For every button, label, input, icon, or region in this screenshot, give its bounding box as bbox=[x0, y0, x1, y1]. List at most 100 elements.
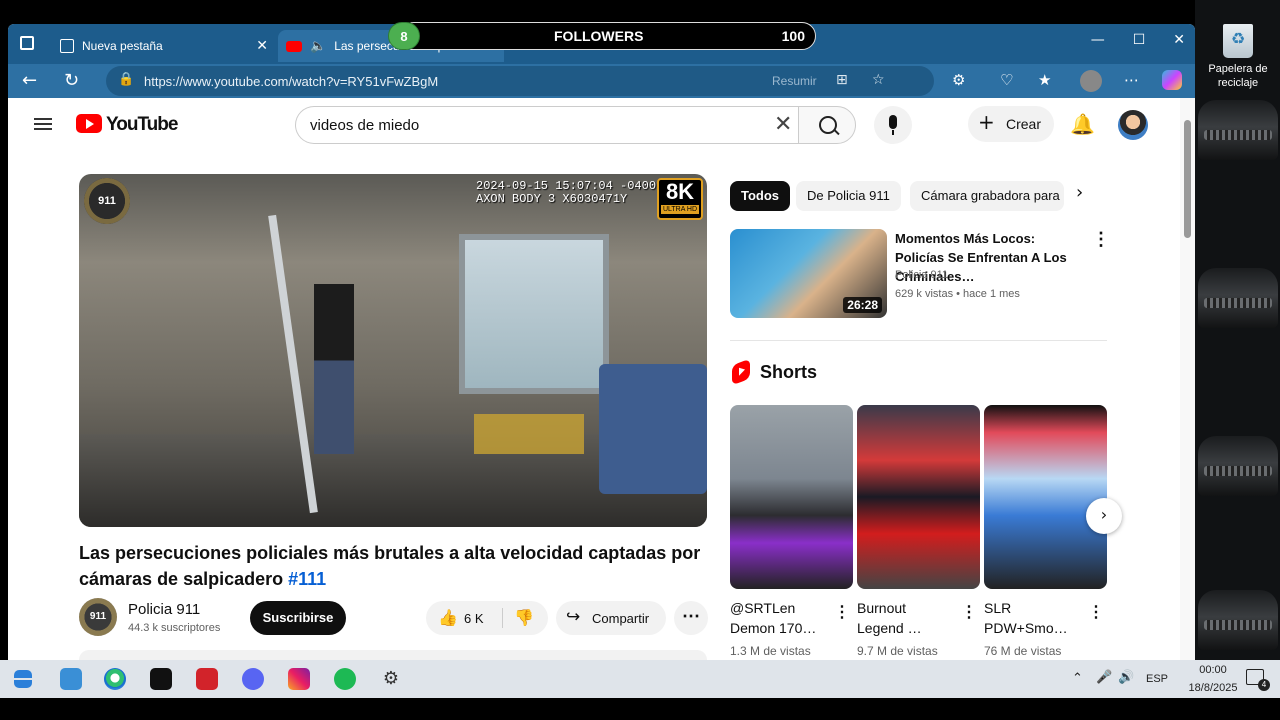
short-thumbnail[interactable] bbox=[857, 405, 980, 589]
wallpaper-car bbox=[1198, 268, 1278, 328]
copilot-icon[interactable] bbox=[1162, 70, 1182, 90]
more-options-icon[interactable]: ⋯ bbox=[1124, 71, 1139, 89]
recommended-thumbnail[interactable]: 26:28 bbox=[730, 229, 887, 318]
shorts-next-button[interactable]: › bbox=[1086, 498, 1122, 534]
hashtag-link[interactable]: #111 bbox=[288, 569, 326, 589]
like-count: 6 K bbox=[464, 611, 484, 626]
volume-icon[interactable]: 🔊 bbox=[1118, 670, 1134, 685]
extensions-icon[interactable]: ⚙ bbox=[952, 71, 965, 89]
notifications-bell-icon[interactable]: 🔔 bbox=[1070, 112, 1095, 136]
favorite-star-icon[interactable]: ☆ bbox=[872, 72, 885, 88]
reload-icon[interactable]: ↻ bbox=[64, 70, 79, 91]
short-title[interactable]: @SRTLen Demon 170… bbox=[730, 598, 826, 638]
more-actions-button[interactable]: ⋯ bbox=[674, 601, 708, 635]
language-indicator[interactable]: ESP bbox=[1146, 673, 1168, 685]
short-views: 1.3 M de vistas bbox=[730, 644, 811, 658]
window-controls: — ☐ ✕ bbox=[1091, 32, 1185, 48]
recommended-channel[interactable]: Policia 911 bbox=[895, 269, 948, 281]
app-available-icon[interactable]: ⊞ bbox=[836, 72, 848, 88]
account-avatar[interactable] bbox=[1118, 110, 1148, 140]
maximize-icon[interactable]: ☐ bbox=[1133, 32, 1146, 48]
youtube-favicon-icon bbox=[286, 40, 302, 52]
chip-de-policia-911[interactable]: De Policia 911 bbox=[796, 181, 901, 211]
dislike-icon[interactable]: 👎 bbox=[514, 608, 534, 627]
video-frame bbox=[474, 414, 584, 454]
tab-actions-icon[interactable] bbox=[20, 36, 34, 50]
short-thumbnail[interactable] bbox=[984, 405, 1107, 589]
video-frame bbox=[459, 234, 609, 394]
recycle-bin[interactable]: Papelera de reciclaje bbox=[1202, 24, 1274, 90]
app-icon[interactable] bbox=[150, 668, 172, 690]
site-info-icon[interactable]: 🔒 bbox=[118, 72, 134, 87]
spotify-icon[interactable] bbox=[334, 668, 356, 690]
bodycam-id: AXON BODY 3 X6030471Y bbox=[476, 192, 628, 206]
shorts-heading: Shorts bbox=[760, 362, 818, 382]
settings-gear-icon[interactable]: ⚙ bbox=[380, 668, 402, 690]
edge-browser-icon[interactable] bbox=[104, 668, 126, 690]
short-views: 76 M de vistas bbox=[984, 644, 1062, 658]
chevron-right-icon[interactable]: › bbox=[1076, 182, 1083, 203]
clock-date[interactable]: 18/8/2025 bbox=[1186, 682, 1240, 694]
kebab-menu-icon[interactable]: ⋮ bbox=[834, 602, 850, 622]
clear-search-icon[interactable]: ✕ bbox=[774, 112, 792, 137]
minimize-icon[interactable]: — bbox=[1091, 32, 1105, 48]
kebab-menu-icon[interactable]: ⋮ bbox=[961, 602, 977, 622]
quality-sublabel: ULTRA HD bbox=[661, 205, 699, 214]
quality-label: 8K bbox=[665, 179, 695, 204]
hamburger-menu-icon[interactable] bbox=[34, 118, 52, 130]
share-button[interactable]: ↪ Compartir bbox=[556, 601, 666, 635]
kebab-menu-icon[interactable]: ⋮ bbox=[1088, 602, 1104, 622]
create-label: Crear bbox=[1006, 116, 1042, 132]
search-input[interactable]: videos de miedo bbox=[295, 106, 799, 144]
short-title[interactable]: Burnout Legend … bbox=[857, 598, 953, 638]
browser-essentials-icon[interactable]: ♡ bbox=[1000, 71, 1013, 89]
wallpaper-car bbox=[1198, 436, 1278, 496]
tab-label: Nueva pestaña bbox=[82, 39, 163, 53]
wallpaper-car bbox=[1198, 100, 1278, 160]
clock-time[interactable]: 00:00 bbox=[1186, 664, 1240, 676]
chip-todos[interactable]: Todos bbox=[730, 181, 791, 211]
tab-new-tab[interactable]: Nueva pestaña ✕ bbox=[52, 30, 278, 62]
create-button[interactable]: + Crear bbox=[968, 106, 1054, 142]
audio-playing-icon[interactable]: 🔈 bbox=[310, 39, 326, 54]
start-windows-icon[interactable] bbox=[14, 670, 32, 688]
app-icon[interactable] bbox=[196, 668, 218, 690]
share-icon: ↪ bbox=[566, 607, 581, 627]
video-player[interactable]: 911 2024-09-15 15:07:04 -0400 AXON BODY … bbox=[79, 174, 707, 527]
video-frame bbox=[599, 364, 707, 494]
close-window-icon[interactable]: ✕ bbox=[1173, 32, 1185, 48]
plus-icon: + bbox=[978, 110, 995, 134]
instagram-icon[interactable] bbox=[288, 668, 310, 690]
scrollbar-thumb[interactable] bbox=[1184, 120, 1191, 238]
kebab-menu-icon[interactable]: ⋮ bbox=[1092, 229, 1110, 250]
search-button[interactable] bbox=[798, 106, 856, 144]
notification-count: 4 bbox=[1258, 679, 1270, 691]
quality-badge: 8K ULTRA HD bbox=[657, 178, 703, 220]
voice-search-button[interactable] bbox=[874, 106, 912, 144]
url-text: https://www.youtube.com/watch?v=RY51vFwZ… bbox=[144, 74, 439, 89]
short-thumbnail[interactable] bbox=[730, 405, 853, 589]
subscribe-button[interactable]: Suscribirse bbox=[250, 601, 346, 635]
chip-camara-grabadora[interactable]: Cámara grabadora para bbox=[910, 181, 1064, 211]
chevron-up-icon[interactable]: ⌃ bbox=[1072, 671, 1083, 686]
summarize-button[interactable]: Resumir bbox=[772, 74, 817, 88]
channel-name[interactable]: Policia 911 bbox=[128, 601, 200, 618]
followers-value: 100 bbox=[781, 28, 805, 44]
favorites-icon[interactable]: ★ bbox=[1038, 71, 1051, 89]
description-box[interactable] bbox=[79, 650, 707, 660]
profile-avatar[interactable] bbox=[1080, 70, 1102, 92]
back-arrow-icon[interactable]: ← bbox=[22, 70, 37, 91]
short-title[interactable]: SLR PDW+Smo… bbox=[984, 598, 1080, 638]
youtube-logo-icon[interactable] bbox=[76, 114, 102, 133]
page-scrollbar[interactable] bbox=[1180, 98, 1195, 660]
youtube-header: YouTube videos de miedo ✕ + Crear 🔔 bbox=[8, 98, 1180, 152]
address-bar[interactable]: 🔒 https://www.youtube.com/watch?v=RY51vF… bbox=[106, 66, 934, 96]
recycle-bin-icon bbox=[1223, 24, 1253, 58]
store-app-icon[interactable] bbox=[60, 668, 82, 690]
microphone-icon[interactable]: 🎤 bbox=[1096, 670, 1112, 685]
like-icon[interactable]: 👍 bbox=[438, 608, 458, 627]
discord-icon[interactable] bbox=[242, 668, 264, 690]
close-tab-icon[interactable]: ✕ bbox=[256, 38, 268, 54]
bottom-black-bar bbox=[0, 698, 1280, 720]
channel-avatar[interactable]: 911 bbox=[79, 598, 117, 636]
